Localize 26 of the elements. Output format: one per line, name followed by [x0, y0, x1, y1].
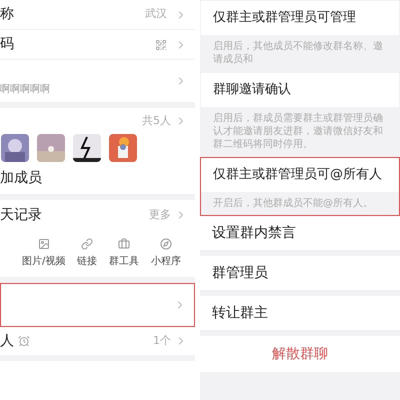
setting-title: 仅群主或群管理员可管理 [213, 9, 356, 28]
setting-description: 开启后，其他群成员不能@所有人。 [213, 197, 374, 210]
row-label: 人 [0, 332, 14, 350]
row-value: 1个 [153, 332, 171, 349]
setting-description: 启用后，群成员需要群主或群管理员确认才能邀请朋友进群，邀请微信好友和群二维码将同时停用。 [213, 112, 384, 151]
setting-title: 仅群主或群管理员可@所有人 [213, 166, 382, 184]
tool-button[interactable]: 小程序 [151, 238, 182, 269]
clock-icon [18, 335, 30, 347]
dissolve-group-button[interactable]: 解散群聊 [272, 344, 328, 364]
announcement-text: 啊啊啊啊啊 [0, 82, 51, 96]
qr-code-icon [155, 38, 167, 50]
tool-button[interactable]: 群工具 [109, 238, 140, 269]
row-value: 武汉 [145, 6, 167, 22]
setting-title: 群聊邀请确认 [213, 81, 291, 100]
row-label: 称 [0, 5, 15, 24]
setting-title[interactable]: 转让群主 [212, 302, 268, 324]
image-icon [38, 238, 50, 250]
setting-description: 启用后，其他成员不能修改群名称、邀请成员和 [213, 40, 384, 66]
history-label: 天记录 [0, 206, 43, 224]
tool-button[interactable]: 图片/视频 [22, 238, 66, 269]
row-label: 码 [0, 35, 15, 54]
setting-title[interactable]: 群管理员 [212, 262, 268, 284]
tool-button[interactable]: 链接 [77, 238, 98, 269]
add-member-label[interactable]: 加成员 [0, 168, 42, 188]
settings-row[interactable] [0, 283, 195, 327]
link-icon [81, 238, 94, 250]
